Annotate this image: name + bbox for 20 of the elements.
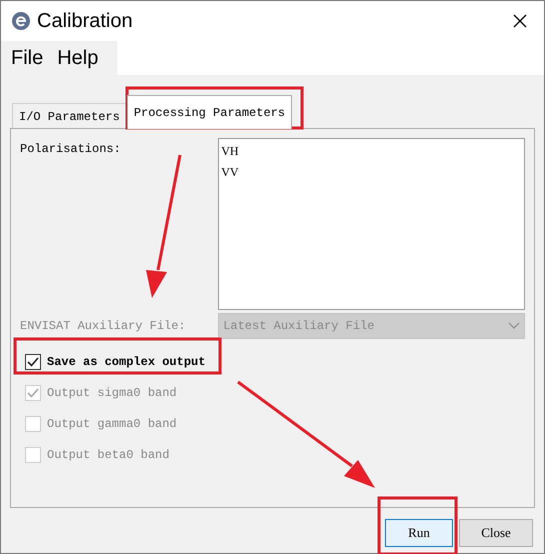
menu-item[interactable]: Help	[57, 43, 98, 73]
checkbox-label: Output sigma0 band	[47, 385, 177, 402]
checkbox-label: Output gamma0 band	[47, 416, 177, 433]
checkbox[interactable]	[25, 354, 41, 370]
chevron-down-icon	[508, 322, 520, 330]
field-label: ENVISAT Auxiliary File:	[20, 318, 187, 335]
list-item[interactable]: VH	[221, 142, 522, 160]
checkbox-label: Output beta0 band	[47, 447, 170, 464]
field-label: Polarisations:	[20, 141, 121, 158]
list-box[interactable]: VH VV	[218, 138, 525, 310]
dialog-button[interactable]: Close	[459, 519, 533, 547]
close-icon[interactable]	[512, 13, 528, 29]
checkbox-label: Save as complex output	[47, 354, 206, 371]
tab[interactable]: Processing Parameters	[126, 95, 292, 129]
menu-item[interactable]: File	[11, 43, 44, 73]
dialog-button[interactable]: Run	[385, 519, 453, 547]
window-title: Calibration	[37, 9, 133, 34]
list-item[interactable]: VV	[221, 163, 522, 181]
tab[interactable]: I/O Parameters	[12, 103, 127, 129]
app-logo-icon	[11, 11, 31, 31]
